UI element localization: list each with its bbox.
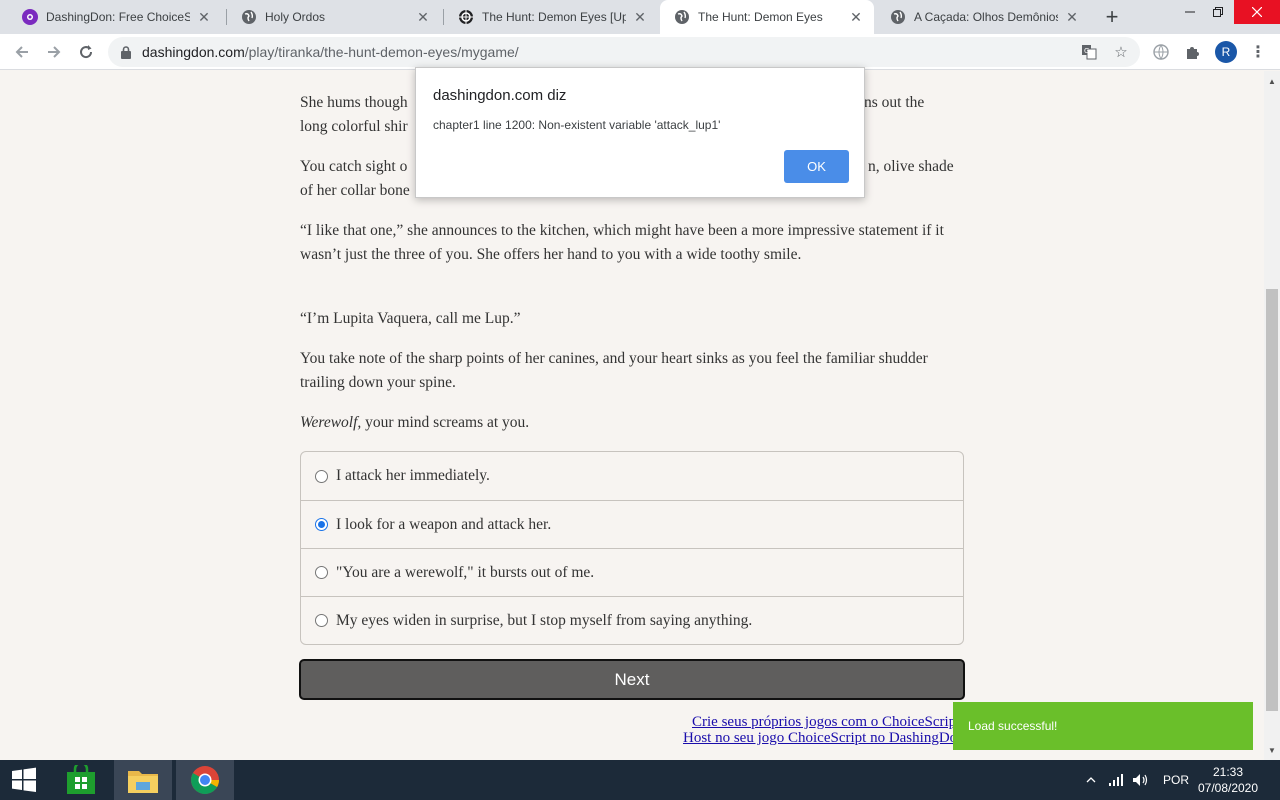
restore-icon[interactable] — [1200, 0, 1236, 24]
show-hidden-icons[interactable] — [1086, 760, 1096, 800]
choice-option[interactable]: I attack her immediately. — [301, 452, 963, 500]
vertical-scrollbar[interactable]: ▲ ▼ — [1264, 71, 1280, 760]
choice-label[interactable]: I look for a weapon and attack her. — [336, 516, 551, 534]
tab-title: Holy Ordos — [265, 10, 326, 24]
back-icon[interactable] — [8, 38, 36, 66]
file-explorer-icon[interactable] — [114, 760, 172, 800]
choice-list: I attack her immediately. I look for a w… — [300, 451, 964, 645]
close-tab-icon[interactable]: ✕ — [415, 9, 431, 25]
dialog-message: chapter1 line 1200: Non-existent variabl… — [433, 118, 721, 132]
scroll-up-icon[interactable]: ▲ — [1264, 73, 1280, 89]
tab-strip: DashingDon: Free ChoiceScri ✕ Holy Ordos… — [0, 0, 1280, 34]
close-tab-icon[interactable]: ✕ — [632, 9, 648, 25]
story-paragraph: Werewolf, your mind screams at you. — [300, 414, 530, 431]
hunt-icon — [458, 9, 474, 25]
choice-label[interactable]: My eyes widen in surprise, but I stop my… — [336, 612, 752, 630]
choice-option[interactable]: I look for a weapon and attack her. — [301, 500, 963, 548]
tab-hunt-update[interactable]: The Hunt: Demon Eyes [Upd ✕ — [444, 0, 658, 34]
svg-text:G: G — [1084, 47, 1089, 55]
extensions-puzzle-icon[interactable] — [1184, 43, 1202, 61]
volume-icon[interactable] — [1132, 760, 1150, 800]
menu-kebab-icon[interactable]: ⋮ — [1250, 42, 1266, 62]
url-text: dashingdon.com/play/tiranka/the-hunt-dem… — [142, 44, 519, 60]
choice-label[interactable]: "You are a werewolf," it bursts out of m… — [336, 564, 594, 582]
store-icon[interactable] — [56, 760, 106, 800]
windows-taskbar: POR 21:33 07/08/2020 — [0, 760, 1280, 800]
radio-button[interactable] — [315, 469, 328, 483]
globe-icon — [890, 9, 906, 25]
network-icon[interactable] — [1108, 760, 1124, 800]
choice-option[interactable]: "You are a werewolf," it bursts out of m… — [301, 548, 963, 596]
dashingdon-icon — [22, 9, 38, 25]
language-indicator[interactable]: POR — [1163, 760, 1189, 800]
new-tab-icon[interactable]: + — [1100, 4, 1124, 29]
tab-hunt-active[interactable]: The Hunt: Demon Eyes ✕ — [660, 0, 874, 34]
next-button[interactable]: Next — [299, 659, 965, 700]
radio-button-selected[interactable] — [315, 518, 328, 531]
scroll-down-icon[interactable]: ▼ — [1264, 742, 1280, 758]
tab-title: A Caçada: Olhos Demônios — [914, 10, 1058, 24]
tab-a-cacada[interactable]: A Caçada: Olhos Demônios ✕ — [876, 0, 1090, 34]
host-game-link[interactable]: Host no seu jogo ChoiceScript no Dashing… — [683, 730, 970, 747]
translate-icon[interactable]: G — [1080, 43, 1098, 61]
reload-icon[interactable] — [72, 38, 100, 66]
globe-icon — [674, 9, 690, 25]
choice-option[interactable]: My eyes widen in surprise, but I stop my… — [301, 596, 963, 644]
url-path: /play/tiranka/the-hunt-demon-eyes/mygame… — [244, 44, 519, 60]
create-games-link[interactable]: Crie seus próprios jogos com o ChoiceScr… — [692, 714, 965, 731]
url-host: dashingdon.com — [142, 44, 245, 60]
tab-holy-ordos[interactable]: Holy Ordos ✕ — [227, 0, 441, 34]
bookmark-star-icon[interactable]: ☆ — [1112, 43, 1130, 61]
taskbar-clock[interactable]: 21:33 07/08/2020 — [1196, 764, 1260, 796]
story-paragraph: “I like that one,” she announces to the … — [300, 222, 944, 263]
address-bar[interactable]: dashingdon.com/play/tiranka/the-hunt-dem… — [108, 37, 1140, 67]
close-tab-icon[interactable]: ✕ — [848, 9, 864, 25]
tab-title: DashingDon: Free ChoiceScri — [46, 10, 190, 24]
profile-avatar[interactable]: R — [1215, 41, 1237, 63]
close-window-icon[interactable] — [1234, 0, 1280, 24]
dialog-title: dashingdon.com diz — [433, 87, 567, 104]
story-paragraph: You take note of the sharp points of her… — [300, 350, 928, 391]
globe-icon — [241, 9, 257, 25]
radio-button[interactable] — [315, 614, 328, 627]
clock-date: 07/08/2020 — [1197, 781, 1259, 795]
lock-icon[interactable] — [120, 45, 132, 59]
radio-button[interactable] — [315, 566, 328, 579]
story-paragraph: “I’m Lupita Vaquera, call me Lup.” — [300, 310, 521, 327]
load-toast: Load successful! — [953, 702, 1253, 750]
close-tab-icon[interactable]: ✕ — [1064, 9, 1080, 25]
tab-dashingdon[interactable]: DashingDon: Free ChoiceScri ✕ — [8, 0, 222, 34]
windows-start-icon[interactable] — [0, 760, 48, 800]
close-tab-icon[interactable]: ✕ — [196, 9, 212, 25]
chrome-taskbar-icon[interactable] — [176, 760, 234, 800]
browser-toolbar: dashingdon.com/play/tiranka/the-hunt-dem… — [0, 34, 1280, 70]
tab-title: The Hunt: Demon Eyes — [698, 10, 823, 24]
forward-icon[interactable] — [40, 38, 68, 66]
tab-title: The Hunt: Demon Eyes [Upd — [482, 10, 626, 24]
clock-time: 21:33 — [1212, 765, 1244, 779]
alert-dialog: dashingdon.com diz chapter1 line 1200: N… — [415, 67, 865, 198]
vpn-globe-icon[interactable] — [1152, 43, 1170, 61]
ok-button[interactable]: OK — [784, 150, 849, 183]
choice-label[interactable]: I attack her immediately. — [336, 467, 490, 485]
scrollbar-thumb[interactable] — [1266, 289, 1278, 711]
